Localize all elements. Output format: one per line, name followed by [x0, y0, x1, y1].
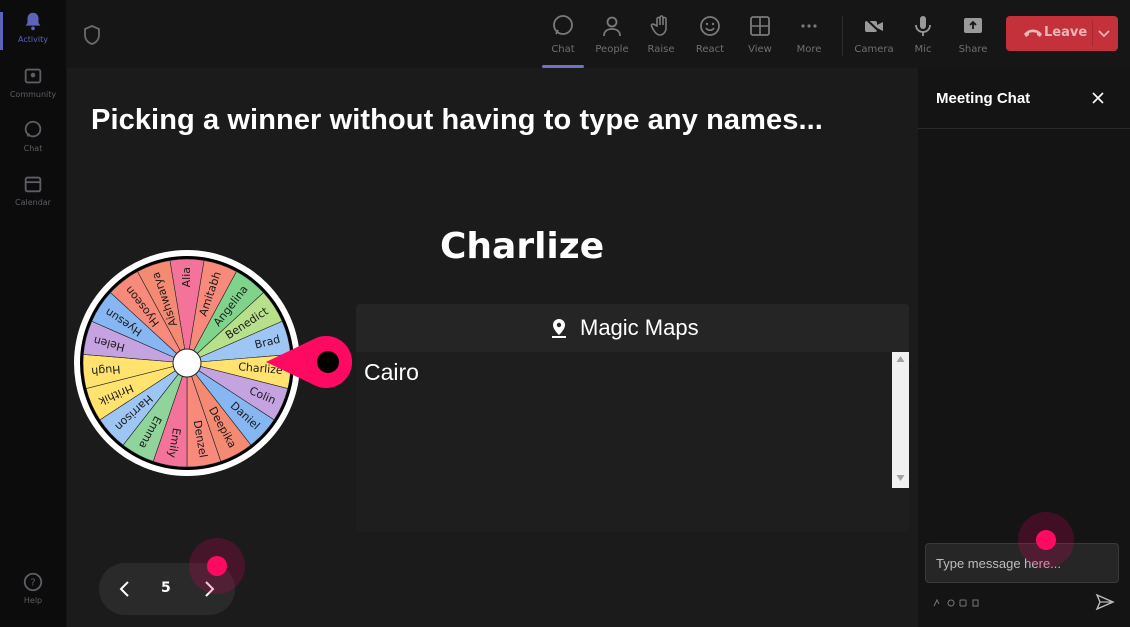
- toolbar-label: Chat: [551, 44, 575, 55]
- grid-icon: [750, 16, 770, 36]
- wheel-name-label: Hugh: [91, 363, 121, 378]
- toolbar-chat-button[interactable]: Chat: [540, 10, 586, 68]
- toolbar-mic-button[interactable]: Mic: [900, 10, 946, 62]
- toolbar-label: More: [796, 44, 822, 55]
- leave-button[interactable]: Leave: [1006, 16, 1118, 51]
- toolbar-label: Camera: [854, 44, 894, 55]
- toolbar-react-button[interactable]: React: [687, 10, 733, 62]
- ellipsis-icon: [801, 24, 817, 28]
- smiley-icon: [700, 16, 720, 36]
- pointer-body: [266, 336, 353, 388]
- chat-title: Meeting Chat: [936, 90, 1031, 107]
- scroll-up-arrow-icon[interactable]: [896, 355, 905, 363]
- toolbar-label: Raise: [647, 44, 675, 55]
- toolbar-more-button[interactable]: More: [786, 10, 832, 62]
- sidebar-item-label: Calendar: [15, 198, 51, 207]
- map-pin-icon: [552, 319, 566, 338]
- chevron-down-icon[interactable]: [1097, 27, 1111, 39]
- community-icon: [24, 68, 42, 84]
- page-number: 5: [161, 580, 171, 596]
- wheel-pointer: [266, 336, 353, 388]
- wheel-hub: [172, 348, 202, 378]
- toolbar-label: Mic: [914, 44, 932, 55]
- sidebar-item-label: Activity: [18, 35, 48, 44]
- svg-text:?: ?: [30, 578, 35, 589]
- sidebar-item-community[interactable]: Community: [0, 65, 66, 99]
- toolbar-label: Share: [958, 44, 988, 55]
- chat-icon: [24, 120, 42, 138]
- toolbar-label: People: [595, 44, 629, 55]
- close-icon[interactable]: [1090, 90, 1106, 106]
- sidebar-item-label: Chat: [23, 144, 43, 153]
- people-icon: [603, 16, 621, 37]
- click-indicator: [1018, 512, 1074, 568]
- toolbar-share-button[interactable]: Share: [950, 10, 996, 62]
- help-icon: ?: [23, 572, 43, 592]
- sidebar-item-help[interactable]: ? Help: [0, 571, 66, 605]
- leave-label: Leave: [1044, 25, 1088, 40]
- slide-title: Picking a winner without having to type …: [91, 104, 823, 136]
- pointer-hole: [317, 351, 339, 373]
- share-icon: [964, 18, 982, 33]
- chat-header: Meeting Chat: [918, 68, 1130, 129]
- send-icon[interactable]: [1095, 592, 1115, 612]
- toolbar-label: View: [748, 44, 772, 55]
- phone-hangup-icon: [1024, 29, 1042, 37]
- maps-header: Magic Maps: [356, 304, 909, 352]
- scroll-down-arrow-icon[interactable]: [896, 474, 905, 482]
- mic-icon: [915, 16, 931, 36]
- camera-icon: [864, 17, 884, 36]
- toolbar-camera-button[interactable]: Camera: [851, 10, 897, 62]
- wheel-name-label: Alia: [180, 267, 193, 287]
- chevron-left-icon[interactable]: [115, 579, 135, 599]
- app-sidebar: Activity Community Chat Calendar ? Help: [0, 0, 67, 627]
- leave-separator: [1092, 21, 1093, 46]
- toolbar-divider: [842, 16, 843, 56]
- sidebar-item-label: Community: [9, 90, 57, 99]
- toolbar-people-button[interactable]: People: [589, 10, 635, 62]
- calendar-icon: [24, 176, 42, 193]
- maps-title: Magic Maps: [580, 315, 699, 340]
- maps-scrollbar[interactable]: [892, 352, 909, 488]
- bell-icon: [25, 12, 41, 31]
- toolbar-label: React: [695, 44, 725, 55]
- format-options-icon[interactable]: [932, 598, 992, 608]
- magic-maps-panel: Magic Maps Cairo: [356, 304, 909, 532]
- sidebar-item-chat[interactable]: Chat: [0, 119, 66, 153]
- maps-result: Cairo: [364, 359, 419, 385]
- toolbar-raise-button[interactable]: Raise: [638, 10, 684, 62]
- click-indicator: [189, 538, 245, 594]
- toolbar-view-button[interactable]: View: [737, 10, 783, 62]
- sidebar-item-calendar[interactable]: Calendar: [0, 173, 66, 207]
- hand-icon: [650, 15, 667, 36]
- chat-icon: [553, 15, 573, 35]
- sidebar-item-label: Help: [23, 596, 43, 605]
- winner-name: Charlize: [440, 226, 605, 267]
- sidebar-item-activity[interactable]: Activity: [0, 10, 66, 50]
- shield-icon[interactable]: [82, 24, 102, 46]
